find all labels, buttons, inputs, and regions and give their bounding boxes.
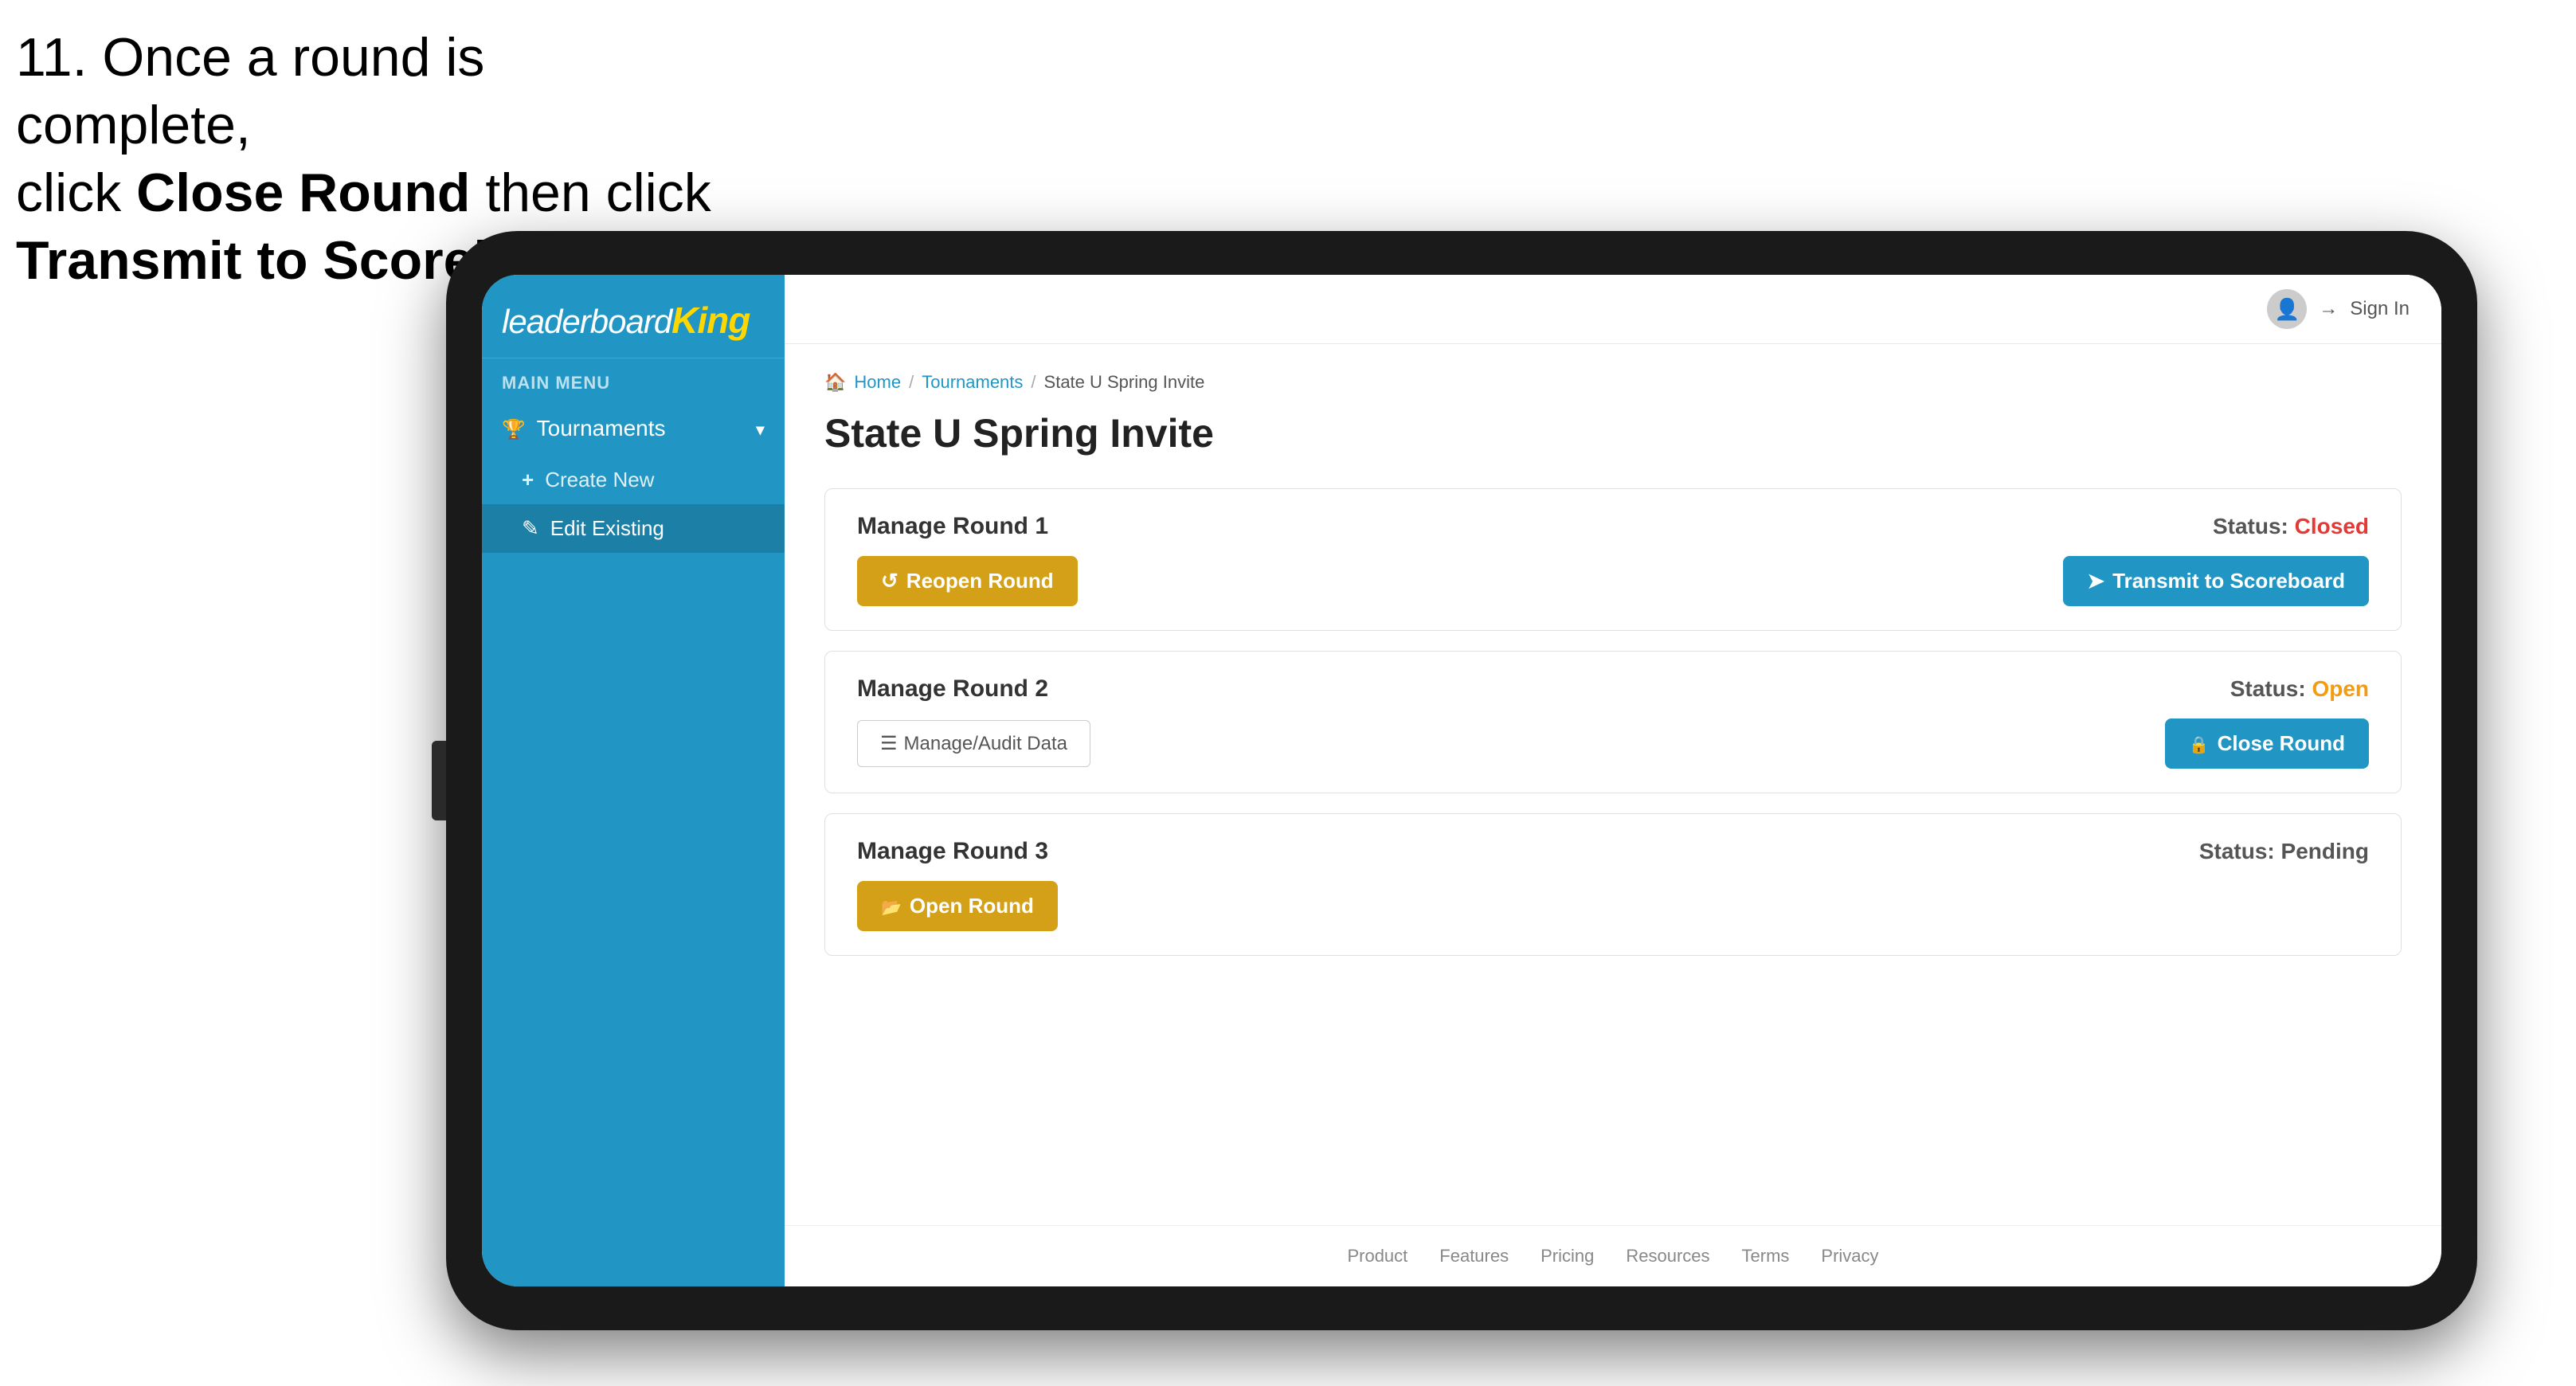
footer-pricing[interactable]: Pricing: [1541, 1246, 1594, 1267]
footer-product[interactable]: Product: [1347, 1246, 1407, 1267]
round-3-status-value: Pending: [2281, 839, 2369, 863]
manage-audit-data-button[interactable]: Manage/Audit Data: [857, 720, 1090, 767]
main-content: 👤 → Sign In 🏠 Home / Tournaments /: [785, 275, 2441, 1286]
logo-leaderboard: leaderboard: [502, 303, 671, 340]
breadcrumb-sep-2: /: [1031, 372, 1035, 393]
nav-item-tournaments-left: Tournaments: [502, 416, 666, 441]
open-icon: [881, 894, 902, 918]
main-menu-label: MAIN MENU: [482, 358, 785, 401]
round-3-header: Manage Round 3 Status: Pending: [857, 838, 2369, 865]
footer-resources[interactable]: Resources: [1626, 1246, 1709, 1267]
tablet-side-button: [432, 741, 446, 820]
instruction-line2-prefix: click: [16, 162, 136, 223]
close-round-button[interactable]: Close Round: [2165, 718, 2369, 769]
app-layout: leaderboardKing MAIN MENU Tournaments Cr…: [482, 275, 2441, 1286]
sign-in-label[interactable]: Sign In: [2350, 298, 2410, 320]
audit-icon: [880, 732, 898, 755]
round-1-header: Manage Round 1 Status: Closed: [857, 513, 2369, 540]
user-avatar-icon: 👤: [2267, 289, 2307, 329]
round-1-title: Manage Round 1: [857, 513, 1048, 540]
logo-king: King: [671, 300, 750, 341]
edit-icon: [522, 516, 539, 541]
footer: Product Features Pricing Resources Terms…: [785, 1225, 2441, 1286]
round-2-header: Manage Round 2 Status: Open: [857, 675, 2369, 703]
breadcrumb-tournaments[interactable]: Tournaments: [922, 372, 1023, 393]
round-3-status: Status: Pending: [2199, 839, 2369, 864]
page-title: State U Spring Invite: [824, 410, 2402, 456]
round-1-card: Manage Round 1 Status: Closed Reopen Rou…: [824, 488, 2402, 631]
round-1-status: Status: Closed: [2213, 514, 2369, 539]
create-new-label: Create New: [545, 468, 654, 492]
breadcrumb-icon: 🏠: [824, 372, 846, 393]
trophy-icon: [502, 416, 526, 441]
chevron-down-icon: [756, 416, 765, 441]
tablet-screen: leaderboardKing MAIN MENU Tournaments Cr…: [482, 275, 2441, 1286]
breadcrumb-current: State U Spring Invite: [1044, 372, 1205, 393]
nav-sub-item-edit-existing[interactable]: Edit Existing: [482, 504, 785, 553]
round-1-status-label: Status:: [2213, 514, 2288, 538]
round-3-title: Manage Round 3: [857, 838, 1048, 865]
nav-tournaments-label: Tournaments: [537, 416, 666, 441]
tablet-device: leaderboardKing MAIN MENU Tournaments Cr…: [446, 231, 2477, 1330]
breadcrumb-sep-1: /: [909, 372, 914, 393]
content-area: 🏠 Home / Tournaments / State U Spring In…: [785, 344, 2441, 1225]
round-2-title: Manage Round 2: [857, 675, 1048, 703]
breadcrumb-home[interactable]: Home: [854, 372, 901, 393]
sign-in-area[interactable]: 👤 → Sign In: [2267, 289, 2410, 329]
reopen-round-label: Reopen Round: [906, 569, 1054, 593]
edit-existing-label: Edit Existing: [550, 516, 664, 541]
open-round-label: Open Round: [910, 894, 1034, 918]
instruction-close-round: Close Round: [136, 162, 470, 223]
open-round-button[interactable]: Open Round: [857, 881, 1058, 931]
transmit-to-scoreboard-label: Transmit to Scoreboard: [2112, 569, 2345, 593]
reopen-icon: [881, 569, 898, 593]
plus-icon: [522, 468, 534, 492]
round-2-status-value: Open: [2312, 676, 2369, 701]
manage-audit-label: Manage/Audit Data: [904, 733, 1067, 755]
footer-terms[interactable]: Terms: [1742, 1246, 1790, 1267]
instruction-line2-suffix: then click: [470, 162, 711, 223]
nav-item-tournaments[interactable]: Tournaments: [482, 401, 785, 456]
sign-in-icon: →: [2319, 298, 2338, 320]
footer-features[interactable]: Features: [1439, 1246, 1509, 1267]
round-1-status-value: Closed: [2295, 514, 2369, 538]
close-icon: [2189, 731, 2210, 756]
user-icon: 👤: [2274, 297, 2300, 322]
close-round-label: Close Round: [2218, 731, 2345, 756]
transmit-to-scoreboard-button[interactable]: Transmit to Scoreboard: [2063, 556, 2369, 606]
transmit-icon: [2087, 569, 2104, 593]
logo-text: leaderboardKing: [502, 299, 765, 342]
round-3-card: Manage Round 3 Status: Pending Open Roun…: [824, 813, 2402, 956]
nav-sub-item-create-new[interactable]: Create New: [482, 456, 785, 504]
round-2-status: Status: Open: [2230, 676, 2369, 702]
sidebar: leaderboardKing MAIN MENU Tournaments Cr…: [482, 275, 785, 1286]
footer-privacy[interactable]: Privacy: [1821, 1246, 1878, 1267]
round-2-actions: Manage/Audit Data Close Round: [857, 718, 2369, 769]
round-3-actions: Open Round: [857, 881, 2369, 931]
round-2-status-label: Status:: [2230, 676, 2306, 701]
sidebar-logo: leaderboardKing: [482, 275, 785, 358]
instruction-line1: 11. Once a round is complete,: [16, 27, 484, 155]
reopen-round-button[interactable]: Reopen Round: [857, 556, 1078, 606]
breadcrumb: 🏠 Home / Tournaments / State U Spring In…: [824, 372, 2402, 393]
top-bar: 👤 → Sign In: [785, 275, 2441, 344]
round-2-card: Manage Round 2 Status: Open Manage/Audit…: [824, 651, 2402, 793]
round-1-actions: Reopen Round Transmit to Scoreboard: [857, 556, 2369, 606]
round-3-status-label: Status:: [2199, 839, 2275, 863]
